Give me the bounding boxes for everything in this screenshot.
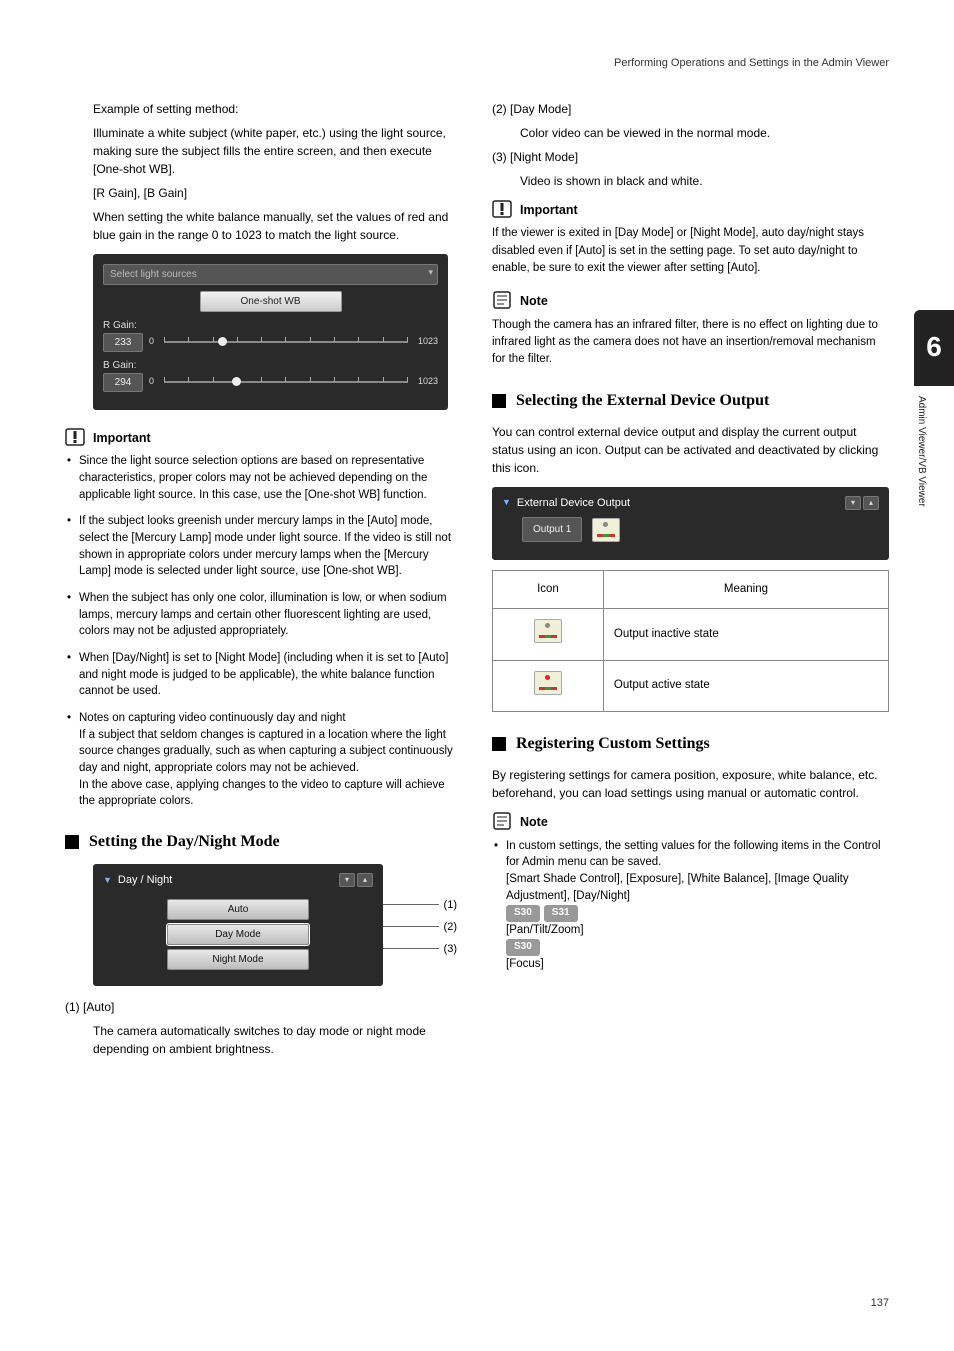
section-title: Selecting the External Device Output xyxy=(516,389,769,413)
important-icon xyxy=(65,428,85,446)
list-number: (1) [Auto] xyxy=(65,998,114,1016)
output1-button[interactable]: Output 1 xyxy=(522,517,582,542)
b-gain-value[interactable]: 294 xyxy=(103,373,143,392)
callout-num: (3) xyxy=(444,941,457,958)
panel-down-button[interactable]: ▾ xyxy=(339,873,355,887)
section-title: Setting the Day/Night Mode xyxy=(89,830,280,854)
chapter-label: Admin Viewer/VB Viewer xyxy=(914,386,943,507)
important-callout: Important xyxy=(65,428,462,448)
callout-num: (2) xyxy=(444,919,457,936)
important-item: Notes on capturing video continuously da… xyxy=(65,710,462,810)
panel-title: Day / Night xyxy=(118,872,172,889)
section-body: By registering settings for camera posit… xyxy=(492,766,889,802)
callout-num: (1) xyxy=(444,897,457,914)
important-item: When the subject has only one color, ill… xyxy=(65,590,462,640)
important-list: Since the light source selection options… xyxy=(65,453,462,810)
model-badge: S30 xyxy=(506,939,540,956)
list-number: (3) [Night Mode] xyxy=(492,148,578,166)
table-header: Meaning xyxy=(603,571,888,609)
option-auto[interactable]: Auto xyxy=(167,899,309,920)
r-gain-value[interactable]: 233 xyxy=(103,333,143,352)
note-callout: Note xyxy=(492,291,889,311)
chapter-number: 6 xyxy=(914,310,954,386)
model-badge: S30 xyxy=(506,905,540,922)
table-cell: Output inactive state xyxy=(603,609,888,660)
section-heading-external: Selecting the External Device Output xyxy=(492,389,889,413)
white-balance-panel: Select light sources One-shot WB R Gain:… xyxy=(93,254,448,410)
intro-line: Illuminate a white subject (white paper,… xyxy=(93,124,462,178)
note-icon xyxy=(492,812,512,830)
panel-down-button[interactable]: ▾ xyxy=(845,496,861,510)
panel-up-button[interactable]: ▴ xyxy=(863,496,879,510)
b-gain-label: B Gain: xyxy=(103,358,438,373)
section-heading-register: Registering Custom Settings xyxy=(492,732,889,756)
slider-min: 0 xyxy=(149,375,154,389)
chapter-tab: 6 Admin Viewer/VB Viewer xyxy=(914,310,954,507)
list-body: Color video can be viewed in the normal … xyxy=(520,124,889,142)
light-source-dropdown[interactable]: Select light sources xyxy=(103,264,438,285)
important-title: Important xyxy=(520,201,578,220)
model-badge: S31 xyxy=(544,905,578,922)
note-icon xyxy=(492,291,512,309)
left-column: Example of setting method: Illuminate a … xyxy=(65,100,462,1255)
slider-max: 1023 xyxy=(418,375,438,389)
important-icon xyxy=(492,200,512,218)
section-body: You can control external device output a… xyxy=(492,423,889,477)
section-title: Registering Custom Settings xyxy=(516,732,710,756)
panel-up-button[interactable]: ▴ xyxy=(357,873,373,887)
slider-min: 0 xyxy=(149,335,154,349)
collapse-icon[interactable]: ▼ xyxy=(103,874,112,888)
page-number: 137 xyxy=(65,1255,889,1312)
table-header: Icon xyxy=(493,571,604,609)
square-bullet-icon xyxy=(492,737,506,751)
running-header: Performing Operations and Settings in th… xyxy=(65,55,889,72)
important-item: Since the light source selection options… xyxy=(65,453,462,503)
note-title: Note xyxy=(520,813,548,832)
intro-line: Example of setting method: xyxy=(93,100,462,118)
r-gain-label: R Gain: xyxy=(103,318,438,333)
table-cell-icon xyxy=(493,609,604,660)
important-callout: Important xyxy=(492,200,889,220)
important-title: Important xyxy=(93,429,151,448)
list-body: Video is shown in black and white. xyxy=(520,172,889,190)
output-state-icon[interactable] xyxy=(592,518,620,542)
output-active-icon xyxy=(534,671,562,695)
collapse-icon[interactable]: ▼ xyxy=(502,496,511,510)
panel-title: External Device Output xyxy=(517,495,630,512)
table-cell-icon xyxy=(493,660,604,711)
square-bullet-icon xyxy=(492,394,506,408)
note-callout: Note xyxy=(492,812,889,832)
r-gain-slider[interactable] xyxy=(164,341,408,343)
note-title: Note xyxy=(520,292,548,311)
right-column: (2) [Day Mode] Color video can be viewed… xyxy=(492,100,889,1255)
one-shot-wb-button[interactable]: One-shot WB xyxy=(200,291,342,312)
intro-line: [R Gain], [B Gain] xyxy=(93,184,462,202)
intro-line: When setting the white balance manually,… xyxy=(93,208,462,244)
note-body: Though the camera has an infrared filter… xyxy=(492,317,889,369)
option-day-mode[interactable]: Day Mode xyxy=(167,924,309,945)
note-item: In custom settings, the setting values f… xyxy=(492,838,889,973)
list-number: (2) [Day Mode] xyxy=(492,100,571,118)
day-night-panel: ▼ Day / Night ▾ ▴ Auto Day Mode Night Mo… xyxy=(93,864,383,986)
section-heading-daynight: Setting the Day/Night Mode xyxy=(65,830,462,854)
output-state-table: Icon Meaning Output inactive state Outpu… xyxy=(492,570,889,712)
external-output-panel: ▼ External Device Output ▾ ▴ Output 1 xyxy=(492,487,889,561)
output-inactive-icon xyxy=(534,619,562,643)
important-body: If the viewer is exited in [Day Mode] or… xyxy=(492,225,889,277)
b-gain-slider[interactable] xyxy=(164,381,408,383)
important-item: When [Day/Night] is set to [Night Mode] … xyxy=(65,650,462,700)
square-bullet-icon xyxy=(65,835,79,849)
option-night-mode[interactable]: Night Mode xyxy=(167,949,309,970)
important-item: If the subject looks greenish under merc… xyxy=(65,513,462,580)
table-cell: Output active state xyxy=(603,660,888,711)
list-body: The camera automatically switches to day… xyxy=(93,1022,462,1058)
slider-max: 1023 xyxy=(418,335,438,349)
